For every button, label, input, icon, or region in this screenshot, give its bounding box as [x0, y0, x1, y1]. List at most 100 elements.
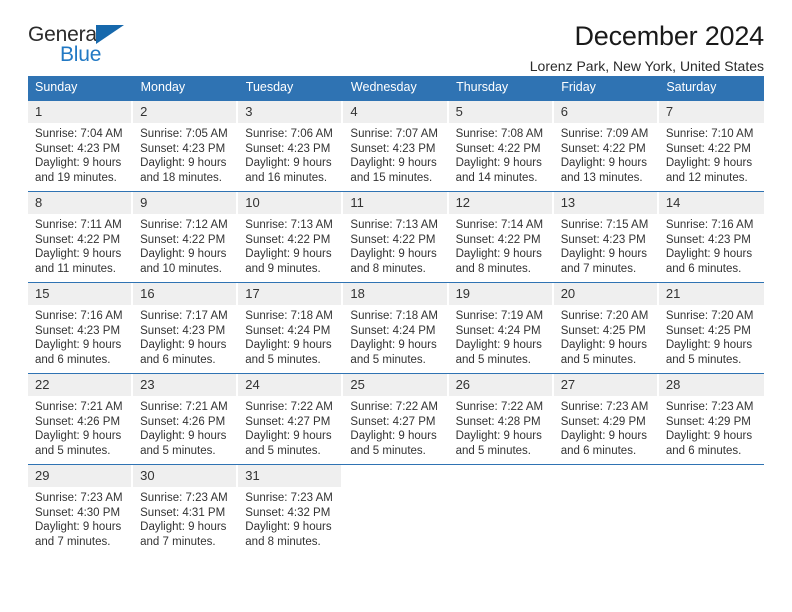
- sunset-text: Sunset: 4:23 PM: [350, 142, 436, 155]
- day-cell[interactable]: 25 Sunrise: 7:22 AM Sunset: 4:27 PM Dayl…: [343, 373, 449, 465]
- daylight-text-line2: and 15 minutes.: [350, 172, 433, 184]
- sunrise-text: Sunrise: 7:20 AM: [665, 310, 754, 323]
- day-number: 4: [343, 100, 449, 124]
- day-number: 12: [448, 191, 554, 215]
- day-cell[interactable]: 2 Sunrise: 7:05 AM Sunset: 4:23 PM Dayli…: [133, 100, 239, 192]
- day-cell[interactable]: 28 Sunrise: 7:23 AM Sunset: 4:29 PM Dayl…: [658, 373, 764, 465]
- page-title: December 2024: [574, 21, 764, 51]
- day-cell[interactable]: 23 Sunrise: 7:21 AM Sunset: 4:26 PM Dayl…: [133, 373, 239, 465]
- weekday-header-sunday: Sunday: [28, 76, 134, 101]
- day-cell-empty: [343, 464, 449, 561]
- day-number: 3: [238, 100, 344, 124]
- day-number: 20: [553, 282, 659, 306]
- day-cell[interactable]: 9 Sunrise: 7:12 AM Sunset: 4:22 PM Dayli…: [133, 191, 239, 283]
- day-details: Sunrise: 7:19 AM Sunset: 4:24 PM Dayligh…: [449, 305, 554, 367]
- daylight-text-line2: and 14 minutes.: [455, 172, 538, 184]
- sunset-text: Sunset: 4:25 PM: [665, 324, 751, 337]
- day-cell[interactable]: 15 Sunrise: 7:16 AM Sunset: 4:23 PM Dayl…: [28, 282, 134, 374]
- day-details: Sunrise: 7:08 AM Sunset: 4:22 PM Dayligh…: [449, 123, 554, 185]
- daylight-text-line1: Daylight: 9 hours: [455, 339, 542, 352]
- daylight-text-line1: Daylight: 9 hours: [140, 521, 227, 534]
- daylight-text-line2: and 6 minutes.: [560, 445, 637, 457]
- day-cell[interactable]: 16 Sunrise: 7:17 AM Sunset: 4:23 PM Dayl…: [133, 282, 239, 374]
- day-cell[interactable]: 6 Sunrise: 7:09 AM Sunset: 4:22 PM Dayli…: [553, 100, 659, 192]
- sunset-text: Sunset: 4:30 PM: [35, 506, 121, 519]
- daylight-text-line1: Daylight: 9 hours: [350, 430, 437, 443]
- daylight-text-line1: Daylight: 9 hours: [455, 157, 542, 170]
- day-details: Sunrise: 7:18 AM Sunset: 4:24 PM Dayligh…: [238, 305, 343, 367]
- day-details: Sunrise: 7:23 AM Sunset: 4:31 PM Dayligh…: [133, 487, 238, 549]
- weekday-header-monday: Monday: [133, 76, 239, 101]
- day-number: 18: [343, 282, 449, 306]
- day-cell[interactable]: 20 Sunrise: 7:20 AM Sunset: 4:25 PM Dayl…: [553, 282, 659, 374]
- sunset-text: Sunset: 4:32 PM: [245, 506, 331, 519]
- day-cell[interactable]: 1 Sunrise: 7:04 AM Sunset: 4:23 PM Dayli…: [28, 100, 134, 192]
- daylight-text-line2: and 6 minutes.: [665, 445, 742, 457]
- day-cell[interactable]: 3 Sunrise: 7:06 AM Sunset: 4:23 PM Dayli…: [238, 100, 344, 192]
- day-details: Sunrise: 7:05 AM Sunset: 4:23 PM Dayligh…: [133, 123, 238, 185]
- day-number: 1: [28, 100, 134, 124]
- day-cell[interactable]: 10 Sunrise: 7:13 AM Sunset: 4:22 PM Dayl…: [238, 191, 344, 283]
- day-cell[interactable]: 13 Sunrise: 7:15 AM Sunset: 4:23 PM Dayl…: [553, 191, 659, 283]
- sunrise-text: Sunrise: 7:23 AM: [665, 401, 754, 414]
- day-number: 8: [28, 191, 134, 215]
- day-cell[interactable]: 27 Sunrise: 7:23 AM Sunset: 4:29 PM Dayl…: [553, 373, 659, 465]
- daylight-text-line1: Daylight: 9 hours: [140, 339, 227, 352]
- sunrise-text: Sunrise: 7:06 AM: [245, 128, 333, 141]
- daylight-text-line2: and 5 minutes.: [455, 445, 531, 457]
- daylight-text-line2: and 7 minutes.: [35, 536, 111, 548]
- day-number: 26: [448, 373, 554, 397]
- daylight-text-line1: Daylight: 9 hours: [455, 248, 542, 261]
- day-cell[interactable]: 22 Sunrise: 7:21 AM Sunset: 4:26 PM Dayl…: [28, 373, 134, 465]
- daylight-text-line1: Daylight: 9 hours: [245, 248, 332, 261]
- day-cell[interactable]: 24 Sunrise: 7:22 AM Sunset: 4:27 PM Dayl…: [238, 373, 344, 465]
- day-cell[interactable]: 8 Sunrise: 7:11 AM Sunset: 4:22 PM Dayli…: [28, 191, 134, 283]
- daylight-text-line1: Daylight: 9 hours: [665, 248, 753, 261]
- sunrise-text: Sunrise: 7:16 AM: [665, 219, 754, 232]
- day-details: Sunrise: 7:22 AM Sunset: 4:27 PM Dayligh…: [238, 396, 343, 458]
- day-number: 13: [553, 191, 659, 215]
- sunset-text: Sunset: 4:22 PM: [140, 233, 226, 246]
- sunset-text: Sunset: 4:22 PM: [455, 233, 541, 246]
- day-details: Sunrise: 7:13 AM Sunset: 4:22 PM Dayligh…: [238, 214, 343, 276]
- day-details: Sunrise: 7:13 AM Sunset: 4:22 PM Dayligh…: [343, 214, 448, 276]
- day-cell[interactable]: 17 Sunrise: 7:18 AM Sunset: 4:24 PM Dayl…: [238, 282, 344, 374]
- day-cell[interactable]: 12 Sunrise: 7:14 AM Sunset: 4:22 PM Dayl…: [448, 191, 554, 283]
- sunrise-text: Sunrise: 7:10 AM: [665, 128, 754, 141]
- day-cell[interactable]: 4 Sunrise: 7:07 AM Sunset: 4:23 PM Dayli…: [343, 100, 449, 192]
- general-blue-logo[interactable]: General Blue: [28, 22, 148, 70]
- day-cell[interactable]: 11 Sunrise: 7:13 AM Sunset: 4:22 PM Dayl…: [343, 191, 449, 283]
- sunset-text: Sunset: 4:23 PM: [665, 233, 751, 246]
- day-cell[interactable]: 30 Sunrise: 7:23 AM Sunset: 4:31 PM Dayl…: [133, 464, 239, 561]
- sunrise-text: Sunrise: 7:08 AM: [455, 128, 544, 141]
- daylight-text-line1: Daylight: 9 hours: [35, 339, 122, 352]
- daylight-text-line2: and 6 minutes.: [665, 263, 742, 275]
- sunset-text: Sunset: 4:28 PM: [455, 415, 541, 428]
- day-cell[interactable]: 18 Sunrise: 7:18 AM Sunset: 4:24 PM Dayl…: [343, 282, 449, 374]
- day-cell[interactable]: 21 Sunrise: 7:20 AM Sunset: 4:25 PM Dayl…: [658, 282, 764, 374]
- day-details: Sunrise: 7:07 AM Sunset: 4:23 PM Dayligh…: [343, 123, 448, 185]
- day-cell[interactable]: 26 Sunrise: 7:22 AM Sunset: 4:28 PM Dayl…: [448, 373, 554, 465]
- sunset-text: Sunset: 4:22 PM: [665, 142, 751, 155]
- day-details: Sunrise: 7:15 AM Sunset: 4:23 PM Dayligh…: [554, 214, 659, 276]
- daylight-text-line1: Daylight: 9 hours: [350, 339, 437, 352]
- logo-word-blue: Blue: [60, 43, 102, 66]
- day-cell[interactable]: 29 Sunrise: 7:23 AM Sunset: 4:30 PM Dayl…: [28, 464, 134, 561]
- day-details: Sunrise: 7:12 AM Sunset: 4:22 PM Dayligh…: [133, 214, 238, 276]
- daylight-text-line2: and 5 minutes.: [245, 354, 321, 366]
- sunset-text: Sunset: 4:26 PM: [140, 415, 226, 428]
- daylight-text-line1: Daylight: 9 hours: [140, 157, 227, 170]
- day-details: Sunrise: 7:14 AM Sunset: 4:22 PM Dayligh…: [449, 214, 554, 276]
- day-cell[interactable]: 7 Sunrise: 7:10 AM Sunset: 4:22 PM Dayli…: [658, 100, 764, 192]
- day-cell[interactable]: 19 Sunrise: 7:19 AM Sunset: 4:24 PM Dayl…: [448, 282, 554, 374]
- daylight-text-line1: Daylight: 9 hours: [35, 248, 122, 261]
- sunrise-text: Sunrise: 7:18 AM: [350, 310, 438, 323]
- daylight-text-line2: and 8 minutes.: [455, 263, 531, 275]
- day-cell[interactable]: 31 Sunrise: 7:23 AM Sunset: 4:32 PM Dayl…: [238, 464, 344, 561]
- location-subtitle: Lorenz Park, New York, United States: [529, 58, 764, 75]
- day-cell[interactable]: 14 Sunrise: 7:16 AM Sunset: 4:23 PM Dayl…: [658, 191, 764, 283]
- sunrise-sunset-calendar: Sunday Monday Tuesday Wednesday Thursday…: [28, 76, 764, 561]
- sunrise-text: Sunrise: 7:17 AM: [140, 310, 228, 323]
- day-cell[interactable]: 5 Sunrise: 7:08 AM Sunset: 4:22 PM Dayli…: [448, 100, 554, 192]
- daylight-text-line2: and 13 minutes.: [560, 172, 643, 184]
